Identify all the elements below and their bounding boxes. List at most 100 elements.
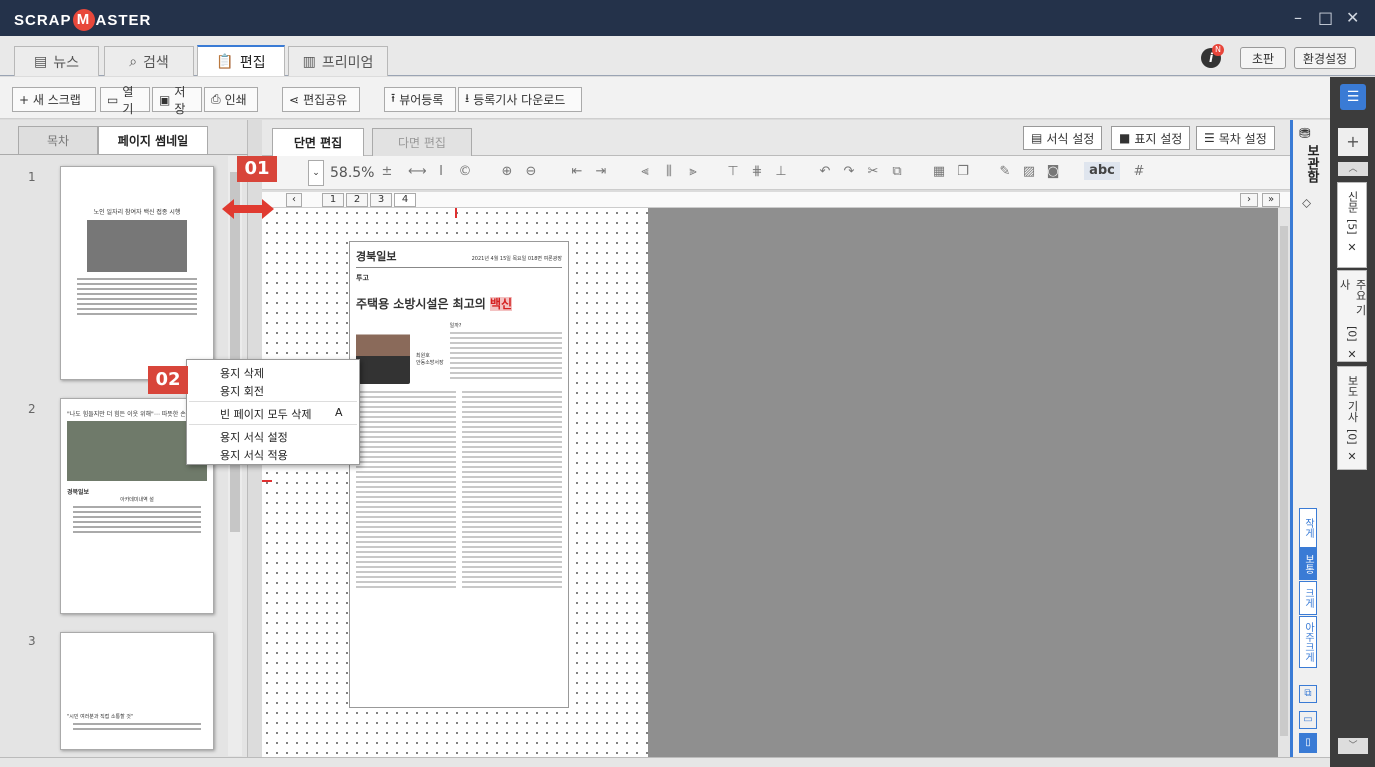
- align-right-icon[interactable]: ⫸: [684, 163, 702, 181]
- size-normal-button[interactable]: 보통: [1299, 548, 1317, 580]
- size-large-button[interactable]: 크게: [1299, 581, 1317, 615]
- tab-search[interactable]: ⌕ 검색: [104, 46, 194, 76]
- scroll-up-icon[interactable]: ︿: [1338, 162, 1368, 176]
- new-scrap-button[interactable]: + 새 스크랩: [12, 87, 96, 112]
- copy-icon[interactable]: ⧉: [888, 163, 906, 181]
- next-page-icon[interactable]: ⇥: [592, 163, 610, 181]
- page-number-1: 1: [28, 170, 36, 184]
- tab-single-edit[interactable]: 단면 편집: [272, 128, 364, 156]
- undo-icon[interactable]: ↶: [816, 163, 834, 181]
- share-edit-button[interactable]: ⋖ 편집공유: [282, 87, 360, 112]
- thumbnail-scrollbar-thumb[interactable]: [230, 172, 240, 532]
- close-icon[interactable]: ✕: [1346, 348, 1359, 361]
- text-style-icon[interactable]: abc: [1084, 162, 1120, 180]
- viewer-register-label: 뷰어등록: [399, 93, 444, 107]
- grid-icon[interactable]: #: [1130, 163, 1148, 181]
- download-registered-button[interactable]: ⭳ 등록기사 다운로드: [458, 87, 582, 112]
- size-xlarge-button[interactable]: 아주크게: [1299, 616, 1317, 668]
- tab-edit[interactable]: 📋 편집: [197, 45, 285, 76]
- menu-item-apply-page-format[interactable]: 용지 서식 적용: [220, 447, 288, 463]
- open-button[interactable]: ▭ 열기: [100, 85, 150, 116]
- align-top-icon[interactable]: ⊤: [724, 163, 742, 181]
- settings-button[interactable]: 환경설정: [1294, 47, 1356, 69]
- page-prev-icon[interactable]: ‹: [286, 193, 302, 207]
- menu-item-rotate-page[interactable]: 용지 회전: [220, 383, 264, 399]
- author-role: 안동소방서장: [416, 360, 444, 366]
- page-next-icon[interactable]: ›: [1240, 193, 1258, 207]
- close-icon[interactable]: ✕: [1346, 241, 1359, 254]
- page-tab-1[interactable]: 1: [322, 193, 344, 207]
- view-single-icon[interactable]: ⧉: [1299, 685, 1317, 703]
- close-icon[interactable]: ✕: [1346, 450, 1359, 463]
- edition-button[interactable]: 초판: [1240, 47, 1286, 69]
- size-small-button[interactable]: 작게: [1299, 508, 1317, 548]
- maximize-button[interactable]: □: [1318, 8, 1333, 27]
- pin-icon[interactable]: ⬦: [1302, 196, 1311, 211]
- cover-settings-button[interactable]: ■ 표지 설정: [1111, 126, 1191, 150]
- add-icon[interactable]: +: [1338, 128, 1368, 156]
- align-bottom-icon[interactable]: ⊥: [772, 163, 790, 181]
- tab-newspaper[interactable]: 신문 [5] ✕: [1337, 182, 1367, 268]
- left-margin-marker: [262, 480, 272, 482]
- remove-page-icon[interactable]: ⊖: [522, 163, 540, 181]
- article-date: 2021년 4월 15일 목요일 018면 여론광장: [471, 256, 562, 262]
- zoom-dropdown-icon[interactable]: ⌄: [308, 160, 324, 186]
- article-section: 투고: [356, 274, 369, 282]
- add-page-icon[interactable]: ⊕: [498, 163, 516, 181]
- minimize-button[interactable]: –: [1294, 8, 1302, 27]
- storage-box-icon[interactable]: ⛃: [1299, 126, 1311, 142]
- page-thumbnail-3[interactable]: "시민 여러분과 직접 소통할 것": [60, 632, 214, 750]
- cut-icon[interactable]: ✂: [864, 163, 882, 181]
- menu-item-page-format-settings[interactable]: 용지 서식 설정: [220, 429, 288, 445]
- page-tab-3[interactable]: 3: [370, 193, 392, 207]
- canvas-scrollbar-thumb[interactable]: [1280, 226, 1288, 736]
- redo-icon[interactable]: ↷: [840, 163, 858, 181]
- fit-width-icon[interactable]: ⟷: [408, 163, 427, 181]
- paper-size-icon[interactable]: ▦: [930, 163, 948, 181]
- page-tab-2[interactable]: 2: [346, 193, 368, 207]
- edit-box-icon[interactable]: ✎: [996, 163, 1014, 181]
- page-last-icon[interactable]: »: [1262, 193, 1280, 207]
- tab-news[interactable]: ▤ 뉴스: [14, 46, 99, 76]
- fit-page-icon[interactable]: ©: [456, 163, 474, 181]
- align-middle-icon[interactable]: ⋕: [748, 163, 766, 181]
- tab-toc[interactable]: 목차: [18, 126, 98, 154]
- image-icon[interactable]: ▨: [1020, 163, 1038, 181]
- photo-icon[interactable]: ◙: [1044, 163, 1062, 181]
- tab-press-articles-count: [0]: [1345, 428, 1359, 445]
- scroll-down-icon[interactable]: ﹀: [1338, 738, 1368, 754]
- tab-multi-edit[interactable]: 다면 편집: [372, 128, 472, 156]
- zoom-step-icon[interactable]: ±: [378, 163, 396, 181]
- tab-premium[interactable]: ▥ 프리미엄: [288, 46, 388, 76]
- prev-page-icon[interactable]: ⇤: [568, 163, 586, 181]
- menu-item-delete-blank-pages[interactable]: 빈 페이지 모두 삭제: [220, 406, 311, 422]
- tab-press-articles[interactable]: 보도 기사 [0] ✕: [1337, 366, 1367, 470]
- align-left-icon[interactable]: ⫷: [636, 163, 654, 181]
- print-button[interactable]: ⎙ 인쇄: [204, 87, 258, 112]
- view-side-icon[interactable]: ▯: [1299, 733, 1317, 753]
- menu-item-delete-page[interactable]: 용지 삭제: [220, 365, 264, 381]
- page-tab-4[interactable]: 4: [394, 193, 416, 207]
- article-clipping[interactable]: 경북일보 2021년 4월 15일 목요일 018면 여론광장 투고 주택용 소…: [349, 241, 569, 708]
- tab-key-articles[interactable]: 주요 기사 [0] ✕: [1337, 270, 1367, 362]
- clipboard-icon: 📋: [216, 53, 234, 70]
- format-settings-button[interactable]: ▤ 서식 설정: [1023, 126, 1103, 150]
- save-button[interactable]: ▣ 저장: [152, 85, 202, 116]
- upload-icon: ⭱: [391, 91, 396, 105]
- layer-icon[interactable]: ❐: [954, 163, 972, 181]
- align-center-icon[interactable]: ⫼: [660, 163, 678, 181]
- share-icon: ⋖: [289, 92, 300, 107]
- save-icon: ▣: [159, 92, 171, 107]
- fit-height-icon[interactable]: Ⅰ: [432, 163, 450, 181]
- zoom-level: 58.5%: [330, 165, 375, 181]
- storage-label: 보관함: [1304, 144, 1319, 183]
- tab-page-thumbnail[interactable]: 페이지 썸네일: [98, 126, 208, 154]
- close-button[interactable]: ✕: [1346, 8, 1359, 27]
- view-bottom-icon[interactable]: ▭: [1299, 711, 1317, 729]
- page-thumbnail-1[interactable]: 노인 일자리 참여자 백신 접종 시행: [60, 166, 214, 380]
- headline-text: 주택용 소방시설은 최고의: [356, 297, 490, 311]
- toc-settings-button[interactable]: ☰ 목차 설정: [1196, 126, 1275, 150]
- menu-list-icon[interactable]: ☰: [1340, 84, 1366, 110]
- logo-text-left: SCRAP: [14, 11, 72, 29]
- viewer-register-button[interactable]: ⭱ 뷰어등록: [384, 87, 456, 112]
